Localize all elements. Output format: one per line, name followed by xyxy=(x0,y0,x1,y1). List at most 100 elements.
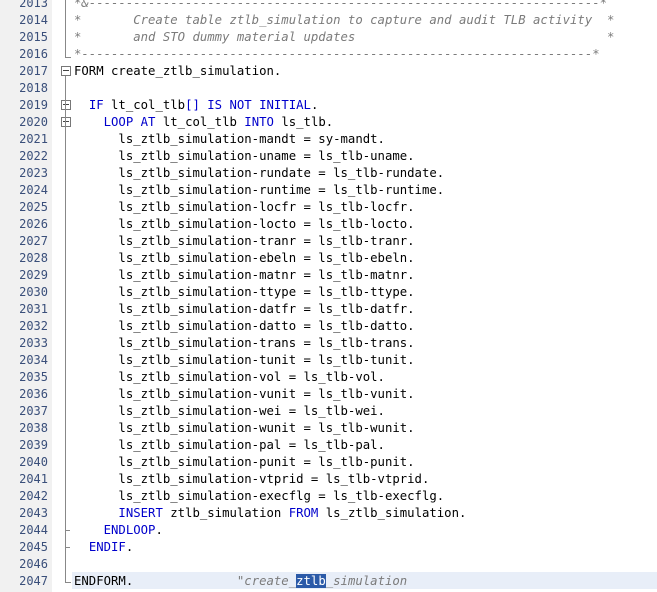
code-token: ls_ztlb_simulation-vunit = ls_tlb-vunit. xyxy=(74,387,415,401)
code-token: create_ztlb_simulation. xyxy=(103,64,282,78)
code-text: ls_ztlb_simulation-locto = ls_tlb-locto. xyxy=(74,216,414,233)
code-line[interactable]: 2040 ls_ztlb_simulation-punit = ls_tlb-p… xyxy=(0,454,657,471)
line-number: 2024 xyxy=(19,183,48,197)
code-line[interactable]: 2013 *&----------------------------------… xyxy=(0,0,657,12)
line-number: 2040 xyxy=(19,455,48,469)
code-text: ls_ztlb_simulation-rundate = ls_tlb-rund… xyxy=(74,165,444,182)
comment-token: * and STO dummy material updates * xyxy=(74,30,615,44)
code-line[interactable]: 2021 ls_ztlb_simulation-mandt = sy-mandt… xyxy=(0,131,657,148)
code-line[interactable]: 2041 ls_ztlb_simulation-vtprid = ls_tlb-… xyxy=(0,471,657,488)
line-number: 2028 xyxy=(19,251,48,265)
line-number: 2039 xyxy=(19,438,48,452)
keyword-token: FROM xyxy=(288,506,319,520)
code-text: ls_ztlb_simulation-vunit = ls_tlb-vunit. xyxy=(74,386,415,403)
line-number: 2035 xyxy=(19,370,48,384)
code-text: ls_ztlb_simulation-matnr = ls_tlb-matnr. xyxy=(74,267,414,284)
code-line[interactable]: 2029 ls_ztlb_simulation-matnr = ls_tlb-m… xyxy=(0,267,657,284)
line-number: 2029 xyxy=(19,268,48,282)
code-text: *---------------------------------------… xyxy=(74,46,600,63)
line-number: 2043 xyxy=(19,506,48,520)
code-line[interactable]: 2036 ls_ztlb_simulation-vunit = ls_tlb-v… xyxy=(0,386,657,403)
code-line[interactable]: 2031 ls_ztlb_simulation-datfr = ls_tlb-d… xyxy=(0,301,657,318)
code-line[interactable]: 2022 ls_ztlb_simulation-uname = ls_tlb-u… xyxy=(0,148,657,165)
line-number: 2018 xyxy=(19,81,48,95)
code-line[interactable]: 2025 ls_ztlb_simulation-locfr = ls_tlb-l… xyxy=(0,199,657,216)
code-line[interactable]: 2027 ls_ztlb_simulation-tranr = ls_tlb-t… xyxy=(0,233,657,250)
code-token: ls_ztlb_simulation-execflg = ls_tlb-exec… xyxy=(74,489,445,503)
code-line[interactable]: 2026 ls_ztlb_simulation-locto = ls_tlb-l… xyxy=(0,216,657,233)
code-line[interactable]: 2018 xyxy=(0,80,657,97)
line-number: 2030 xyxy=(19,285,48,299)
code-line[interactable]: 2033 ls_ztlb_simulation-trans = ls_tlb-t… xyxy=(0,335,657,352)
code-text: * and STO dummy material updates * xyxy=(74,29,614,46)
code-line[interactable]: 2037 ls_ztlb_simulation-wei = ls_tlb-wei… xyxy=(0,403,657,420)
code-text: *&--------------------------------------… xyxy=(74,0,607,12)
line-number: 2042 xyxy=(19,489,48,503)
line-number: 2021 xyxy=(19,132,48,146)
line-number: 2045 xyxy=(19,540,48,554)
code-line[interactable]: 2034 ls_ztlb_simulation-tunit = ls_tlb-t… xyxy=(0,352,657,369)
fold-loop-icon[interactable] xyxy=(61,117,71,127)
loop-guide-end xyxy=(65,530,70,531)
code-text: FORM create_ztlb_simulation. xyxy=(74,63,281,80)
code-token: ls_ztlb_simulation-tranr = ls_tlb-tranr. xyxy=(74,234,415,248)
code-line[interactable]: 2044 ENDLOOP. xyxy=(0,522,657,539)
comment-guide-end xyxy=(65,57,71,58)
code-text: ls_ztlb_simulation-trans = ls_tlb-trans. xyxy=(74,335,414,352)
code-text: ls_ztlb_simulation-ebeln = ls_tlb-ebeln. xyxy=(74,250,414,267)
code-token: lt_col_tlb xyxy=(155,115,245,129)
code-line[interactable]: 2047 ENDFORM. "create_ztlb_simulation xyxy=(0,573,657,590)
code-line[interactable]: 2019 IF lt_col_tlb[] IS NOT INITIAL. xyxy=(0,97,657,114)
line-number: 2044 xyxy=(19,523,48,537)
comment-token: _simulation xyxy=(325,574,408,588)
code-line[interactable]: 2020 LOOP AT lt_col_tlb INTO ls_tlb. xyxy=(0,114,657,131)
fold-if-icon[interactable] xyxy=(61,100,71,110)
code-line[interactable]: 2015 * and STO dummy material updates * xyxy=(0,29,657,46)
line-number: 2023 xyxy=(19,166,48,180)
line-number: 2014 xyxy=(19,13,48,27)
code-text: IF lt_col_tlb[] IS NOT INITIAL. xyxy=(74,97,319,114)
code-line[interactable]: 2014 * Create table ztlb_simulation to ca… xyxy=(0,12,657,29)
code-line[interactable]: 2043 INSERT ztlb_simulation FROM ls_ztlb… xyxy=(0,505,657,522)
code-token: ls_ztlb_simulation-pal = ls_tlb-pal. xyxy=(74,438,385,452)
code-text: ls_ztlb_simulation-uname = ls_tlb-uname. xyxy=(74,148,415,165)
code-text: ENDLOOP. xyxy=(74,522,163,539)
keyword-token: INTO xyxy=(244,115,274,129)
code-text: ENDIF. xyxy=(74,539,133,556)
code-line[interactable]: 2023 ls_ztlb_simulation-rundate = ls_tlb… xyxy=(0,165,657,182)
code-line[interactable]: 2042 ls_ztlb_simulation-execflg = ls_tlb… xyxy=(0,488,657,505)
code-line[interactable]: 2035 ls_ztlb_simulation-vol = ls_tlb-vol… xyxy=(0,369,657,386)
code-line[interactable]: 2045 ENDIF. xyxy=(0,539,657,556)
code-text: ls_ztlb_simulation-locfr = ls_tlb-locfr. xyxy=(74,199,414,216)
code-text: ls_ztlb_simulation-punit = ls_tlb-punit. xyxy=(74,454,414,471)
code-line[interactable]: 2016 *-----------------------------------… xyxy=(0,46,657,63)
line-number: 2041 xyxy=(19,472,48,486)
code-line[interactable]: 2028 ls_ztlb_simulation-ebeln = ls_tlb-e… xyxy=(0,250,657,267)
comment-token: * Create table ztlb_simulation to captur… xyxy=(74,13,615,27)
code-line[interactable]: 2038 ls_ztlb_simulation-wunit = ls_tlb-w… xyxy=(0,420,657,437)
code-token: ls_ztlb_simulation-rundate = ls_tlb-rund… xyxy=(74,166,445,180)
fold-form-icon[interactable] xyxy=(61,66,71,76)
keyword-token: IF xyxy=(88,98,104,112)
code-token: ls_ztlb_simulation-uname = ls_tlb-uname. xyxy=(74,149,415,163)
code-line[interactable]: 2039 ls_ztlb_simulation-pal = ls_tlb-pal… xyxy=(0,437,657,454)
line-number: 2022 xyxy=(19,149,48,163)
line-number: 2027 xyxy=(19,234,48,248)
comment-token: "create_ xyxy=(236,574,297,588)
code-line[interactable]: 2017 FORM create_ztlb_simulation. xyxy=(0,63,657,80)
code-text: ls_ztlb_simulation-wei = ls_tlb-wei. xyxy=(74,403,385,420)
code-line[interactable]: 2030 ls_ztlb_simulation-ttype = ls_tlb-t… xyxy=(0,284,657,301)
code-line[interactable]: 2046 xyxy=(0,556,657,573)
code-token: . xyxy=(125,540,134,554)
code-token: ls_ztlb_simulation. xyxy=(318,506,467,520)
code-token: ls_ztlb_simulation-wei = ls_tlb-wei. xyxy=(74,404,385,418)
code-token: ls_ztlb_simulation-datto = ls_tlb-datto. xyxy=(74,319,415,333)
code-text: ls_ztlb_simulation-datto = ls_tlb-datto. xyxy=(74,318,415,335)
code-line[interactable]: 2032 ls_ztlb_simulation-datto = ls_tlb-d… xyxy=(0,318,657,335)
code-line[interactable]: 2024 ls_ztlb_simulation-runtime = ls_tlb… xyxy=(0,182,657,199)
code-token: ls_ztlb_simulation-tunit = ls_tlb-tunit. xyxy=(74,353,415,367)
line-number: 2038 xyxy=(19,421,48,435)
code-token: ls_ztlb_simulation-ttype = ls_tlb-ttype. xyxy=(74,285,415,299)
